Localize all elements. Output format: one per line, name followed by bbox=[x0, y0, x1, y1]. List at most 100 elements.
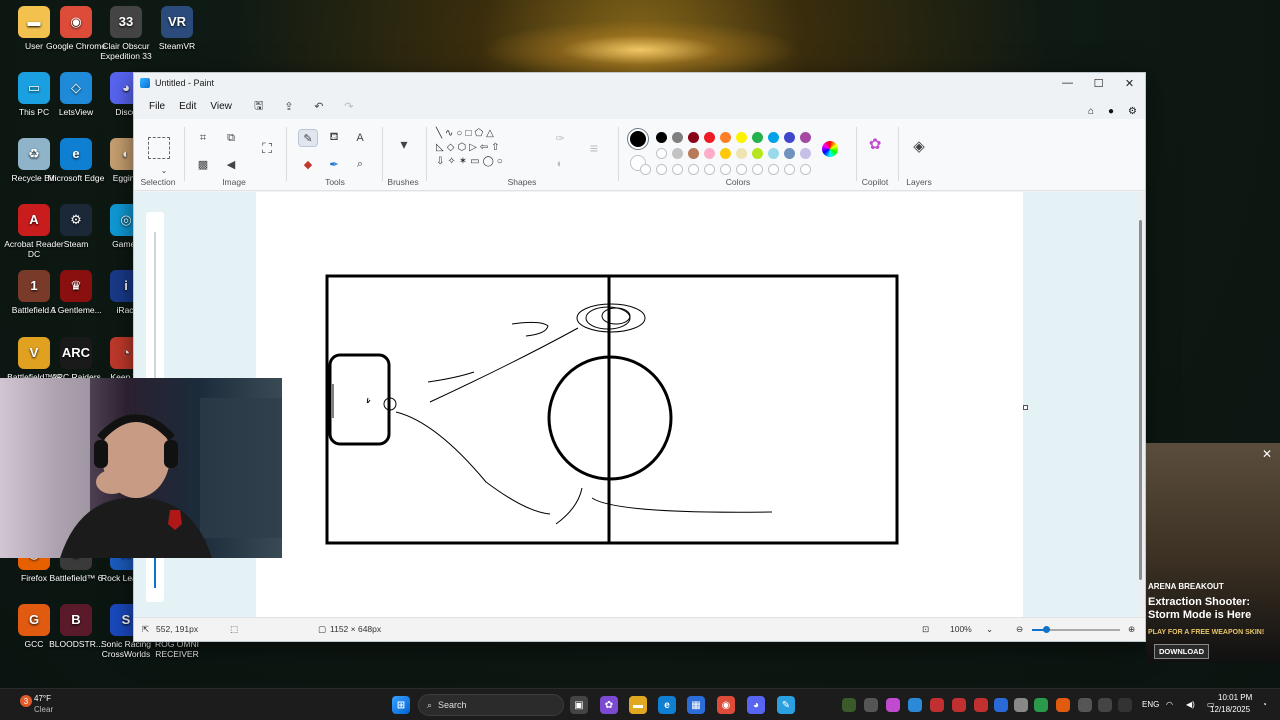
paint-taskbar-icon[interactable]: ✎ bbox=[777, 696, 795, 714]
color-swatch[interactable] bbox=[784, 148, 795, 159]
color-swatch[interactable] bbox=[656, 148, 667, 159]
notification-icon[interactable]: ◔ bbox=[1262, 700, 1267, 709]
maximize-button[interactable]: ☐ bbox=[1083, 73, 1114, 93]
zoom-level[interactable]: 100% bbox=[950, 624, 972, 634]
custom-color-slot[interactable] bbox=[736, 164, 747, 175]
custom-color-slot[interactable] bbox=[688, 164, 699, 175]
custom-color-slot[interactable] bbox=[784, 164, 795, 175]
image-select-icon[interactable]: ⛶ bbox=[257, 139, 277, 157]
feedback-icon[interactable]: ⌂ bbox=[1088, 106, 1094, 117]
tray-app-icon[interactable] bbox=[930, 698, 944, 712]
clock-date[interactable]: 12/18/2025 bbox=[1210, 705, 1250, 714]
settings-icon[interactable]: ⚙ bbox=[1128, 106, 1137, 117]
color-swatch[interactable] bbox=[800, 148, 811, 159]
color-swatch[interactable] bbox=[784, 132, 795, 143]
store-icon[interactable]: ▦ bbox=[687, 696, 705, 714]
custom-color-slot[interactable] bbox=[800, 164, 811, 175]
chevron-down-icon[interactable]: ⌄ bbox=[986, 624, 993, 635]
minimize-button[interactable]: — bbox=[1052, 73, 1083, 93]
start-icon[interactable]: ⊞ bbox=[392, 696, 410, 714]
weather-temp[interactable]: 47°F bbox=[34, 694, 51, 703]
tray-app-icon[interactable] bbox=[1014, 698, 1028, 712]
tray-app-icon[interactable] bbox=[1078, 698, 1092, 712]
background-removal-icon[interactable]: ▩ bbox=[193, 155, 213, 173]
tray-app-icon[interactable] bbox=[1034, 698, 1048, 712]
custom-color-slot[interactable] bbox=[704, 164, 715, 175]
close-icon[interactable]: ✕ bbox=[1262, 447, 1272, 461]
language-indicator[interactable]: ENG bbox=[1142, 700, 1159, 709]
color-swatch[interactable] bbox=[752, 132, 763, 143]
bluetooth-icon[interactable] bbox=[994, 698, 1008, 712]
size-icon[interactable]: ≡ bbox=[584, 139, 604, 157]
shapes-gallery[interactable]: ╲∿○□⬠△ ◺◇⬡▷⇦⇧ ⇩✧✶▭◯○ bbox=[436, 127, 540, 169]
eraser-icon[interactable]: ◆ bbox=[298, 155, 318, 173]
canvas-resize-handle[interactable] bbox=[1023, 405, 1028, 410]
color-swatch[interactable] bbox=[768, 148, 779, 159]
color-swatch[interactable] bbox=[736, 148, 747, 159]
desktop-icon[interactable]: VR SteamVR bbox=[147, 6, 207, 51]
color-swatch[interactable] bbox=[800, 132, 811, 143]
title-bar[interactable]: Untitled - Paint — ☐ ✕ bbox=[134, 73, 1145, 93]
clock-time[interactable]: 10:01 PM bbox=[1218, 693, 1252, 702]
tray-app-icon[interactable] bbox=[1056, 698, 1070, 712]
copilot-icon[interactable]: ✿ bbox=[865, 135, 885, 153]
color-swatch[interactable] bbox=[688, 132, 699, 143]
nvidia-icon[interactable] bbox=[842, 698, 856, 712]
tray-app-icon[interactable] bbox=[974, 698, 988, 712]
taskbar-search[interactable]: ⌕ Search bbox=[418, 694, 564, 716]
weather-icon[interactable]: 3 bbox=[20, 695, 32, 707]
ad-banner[interactable]: ✕ ARENA BREAKOUT Extraction Shooter: Sto… bbox=[1146, 443, 1280, 663]
color-swatch[interactable] bbox=[752, 148, 763, 159]
custom-color-slot[interactable] bbox=[768, 164, 779, 175]
color-picker-icon[interactable]: ✒ bbox=[324, 155, 344, 173]
fill-icon[interactable]: ◐ bbox=[550, 155, 570, 173]
discord-icon[interactable]: ◕ bbox=[747, 696, 765, 714]
drawing-canvas[interactable] bbox=[256, 192, 1023, 618]
edit-colors-icon[interactable] bbox=[822, 141, 838, 157]
outline-icon[interactable]: ✑ bbox=[550, 129, 570, 147]
redo-icon[interactable]: ↷ bbox=[339, 96, 359, 116]
text-icon[interactable]: A bbox=[350, 129, 370, 147]
color-swatch[interactable] bbox=[720, 132, 731, 143]
tray-app-icon[interactable] bbox=[886, 698, 900, 712]
edge-icon[interactable]: e bbox=[658, 696, 676, 714]
fill-bucket-icon[interactable]: ⛾ bbox=[324, 129, 344, 147]
menu-edit[interactable]: Edit bbox=[172, 97, 203, 116]
share-icon[interactable]: ⇪ bbox=[279, 96, 299, 116]
tray-app-icon[interactable] bbox=[908, 698, 922, 712]
volume-icon[interactable]: ◀) bbox=[1186, 700, 1195, 709]
save-icon[interactable]: 🖫 bbox=[249, 96, 269, 116]
current-color-swatch[interactable] bbox=[628, 129, 648, 149]
layers-icon[interactable]: ◈ bbox=[909, 137, 929, 155]
tray-app-icon[interactable] bbox=[952, 698, 966, 712]
chrome-icon[interactable]: ◉ bbox=[717, 696, 735, 714]
copilot-taskbar-icon[interactable]: ✿ bbox=[600, 696, 618, 714]
zoom-slider[interactable] bbox=[1032, 626, 1120, 633]
vertical-scrollbar[interactable] bbox=[1137, 192, 1145, 618]
fit-to-window-icon[interactable]: ⊡ bbox=[922, 624, 929, 635]
color-swatch[interactable] bbox=[656, 132, 667, 143]
resize-icon[interactable]: ⧉ bbox=[221, 129, 241, 147]
close-button[interactable]: ✕ bbox=[1114, 73, 1145, 93]
account-icon[interactable]: ● bbox=[1108, 106, 1114, 117]
pencil-icon[interactable]: ✎ bbox=[298, 129, 318, 147]
custom-color-slot[interactable] bbox=[672, 164, 683, 175]
menu-file[interactable]: File bbox=[142, 97, 172, 116]
color-swatch[interactable] bbox=[720, 148, 731, 159]
custom-color-slot[interactable] bbox=[656, 164, 667, 175]
brush-icon[interactable]: ▾ bbox=[394, 135, 414, 153]
magnifier-icon[interactable]: ⌕ bbox=[350, 155, 370, 173]
color-swatch[interactable] bbox=[736, 132, 747, 143]
custom-color-slot[interactable] bbox=[752, 164, 763, 175]
color-swatch[interactable] bbox=[688, 148, 699, 159]
color-swatch[interactable] bbox=[672, 132, 683, 143]
color-swatch[interactable] bbox=[704, 148, 715, 159]
color-swatch[interactable] bbox=[672, 148, 683, 159]
file-explorer-icon[interactable]: ▬ bbox=[629, 696, 647, 714]
selection-icon[interactable] bbox=[148, 137, 170, 159]
custom-color-slot[interactable] bbox=[640, 164, 651, 175]
undo-icon[interactable]: ↶ bbox=[309, 96, 329, 116]
microphone-icon[interactable] bbox=[1118, 698, 1132, 712]
zoom-in-icon[interactable]: ⊕ bbox=[1128, 624, 1135, 635]
steam-tray-icon[interactable] bbox=[1098, 698, 1112, 712]
